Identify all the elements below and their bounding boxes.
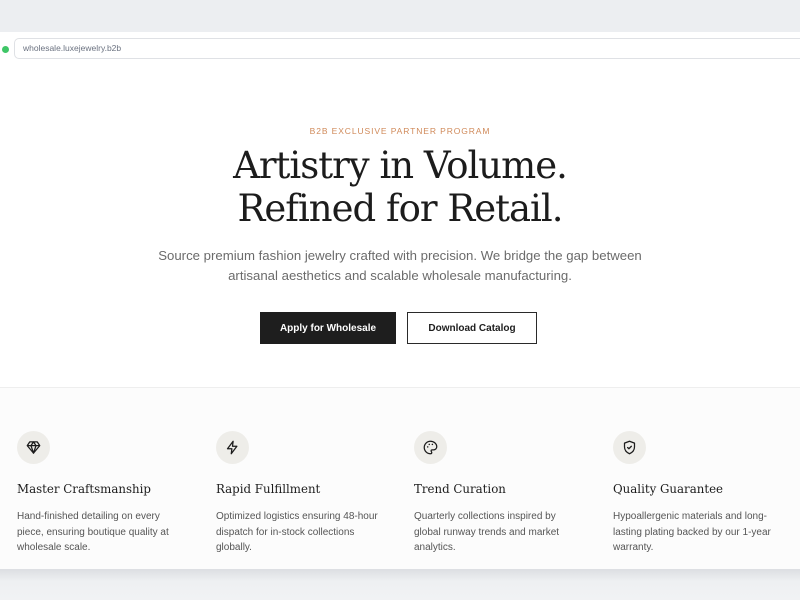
feature-description: Hypoallergenic materials and long- lasti…	[613, 511, 771, 553]
hero-subtext: Source premium fashion jewelry crafted w…	[150, 246, 650, 286]
feature-description: Hand-finished detailing on every piece, …	[17, 511, 169, 553]
apply-for-wholesale-button[interactable]: Apply for Wholesale	[260, 312, 396, 344]
feature-title: Master Craftsmanship	[17, 482, 151, 496]
feature-title: Quality Guarantee	[613, 482, 724, 496]
features-section: Master Craftsmanship Hand-finished detai…	[0, 388, 800, 569]
subtext-line-1: Source premium fashion jewelry crafted w…	[158, 248, 642, 263]
lightning-icon	[216, 431, 249, 464]
feature-title: Trend Curation	[414, 482, 506, 496]
shield-check-icon	[613, 431, 646, 464]
headline-line-2: Refined for Retail.	[237, 187, 564, 230]
window-top-area	[0, 0, 800, 32]
palette-icon	[414, 431, 447, 464]
headline-line-1: Artistry in Volume.	[233, 144, 568, 187]
subtext-line-2: artisanal aesthetics and scalable wholes…	[228, 268, 572, 283]
feature-description: Quarterly collections inspired by global…	[414, 511, 560, 553]
download-catalog-button[interactable]: Download Catalog	[407, 312, 537, 344]
hero-section: B2B EXCLUSIVE PARTNER PROGRAM Artistry i…	[0, 70, 800, 388]
page-bottom-shadow	[0, 569, 800, 600]
feature-title: Rapid Fulfillment	[216, 482, 321, 496]
hero-headline: Artistry in Volume. Refined for Retail.	[0, 144, 800, 230]
connection-status-dot	[2, 46, 9, 53]
diamond-icon	[17, 431, 50, 464]
eyebrow-label: B2B EXCLUSIVE PARTNER PROGRAM	[309, 126, 491, 136]
url-input[interactable]: wholesale.luxejewelry.b2b	[14, 38, 800, 59]
page-content: B2B EXCLUSIVE PARTNER PROGRAM Artistry i…	[0, 70, 800, 569]
feature-description: Optimized logistics ensuring 48-hour dis…	[216, 511, 378, 553]
